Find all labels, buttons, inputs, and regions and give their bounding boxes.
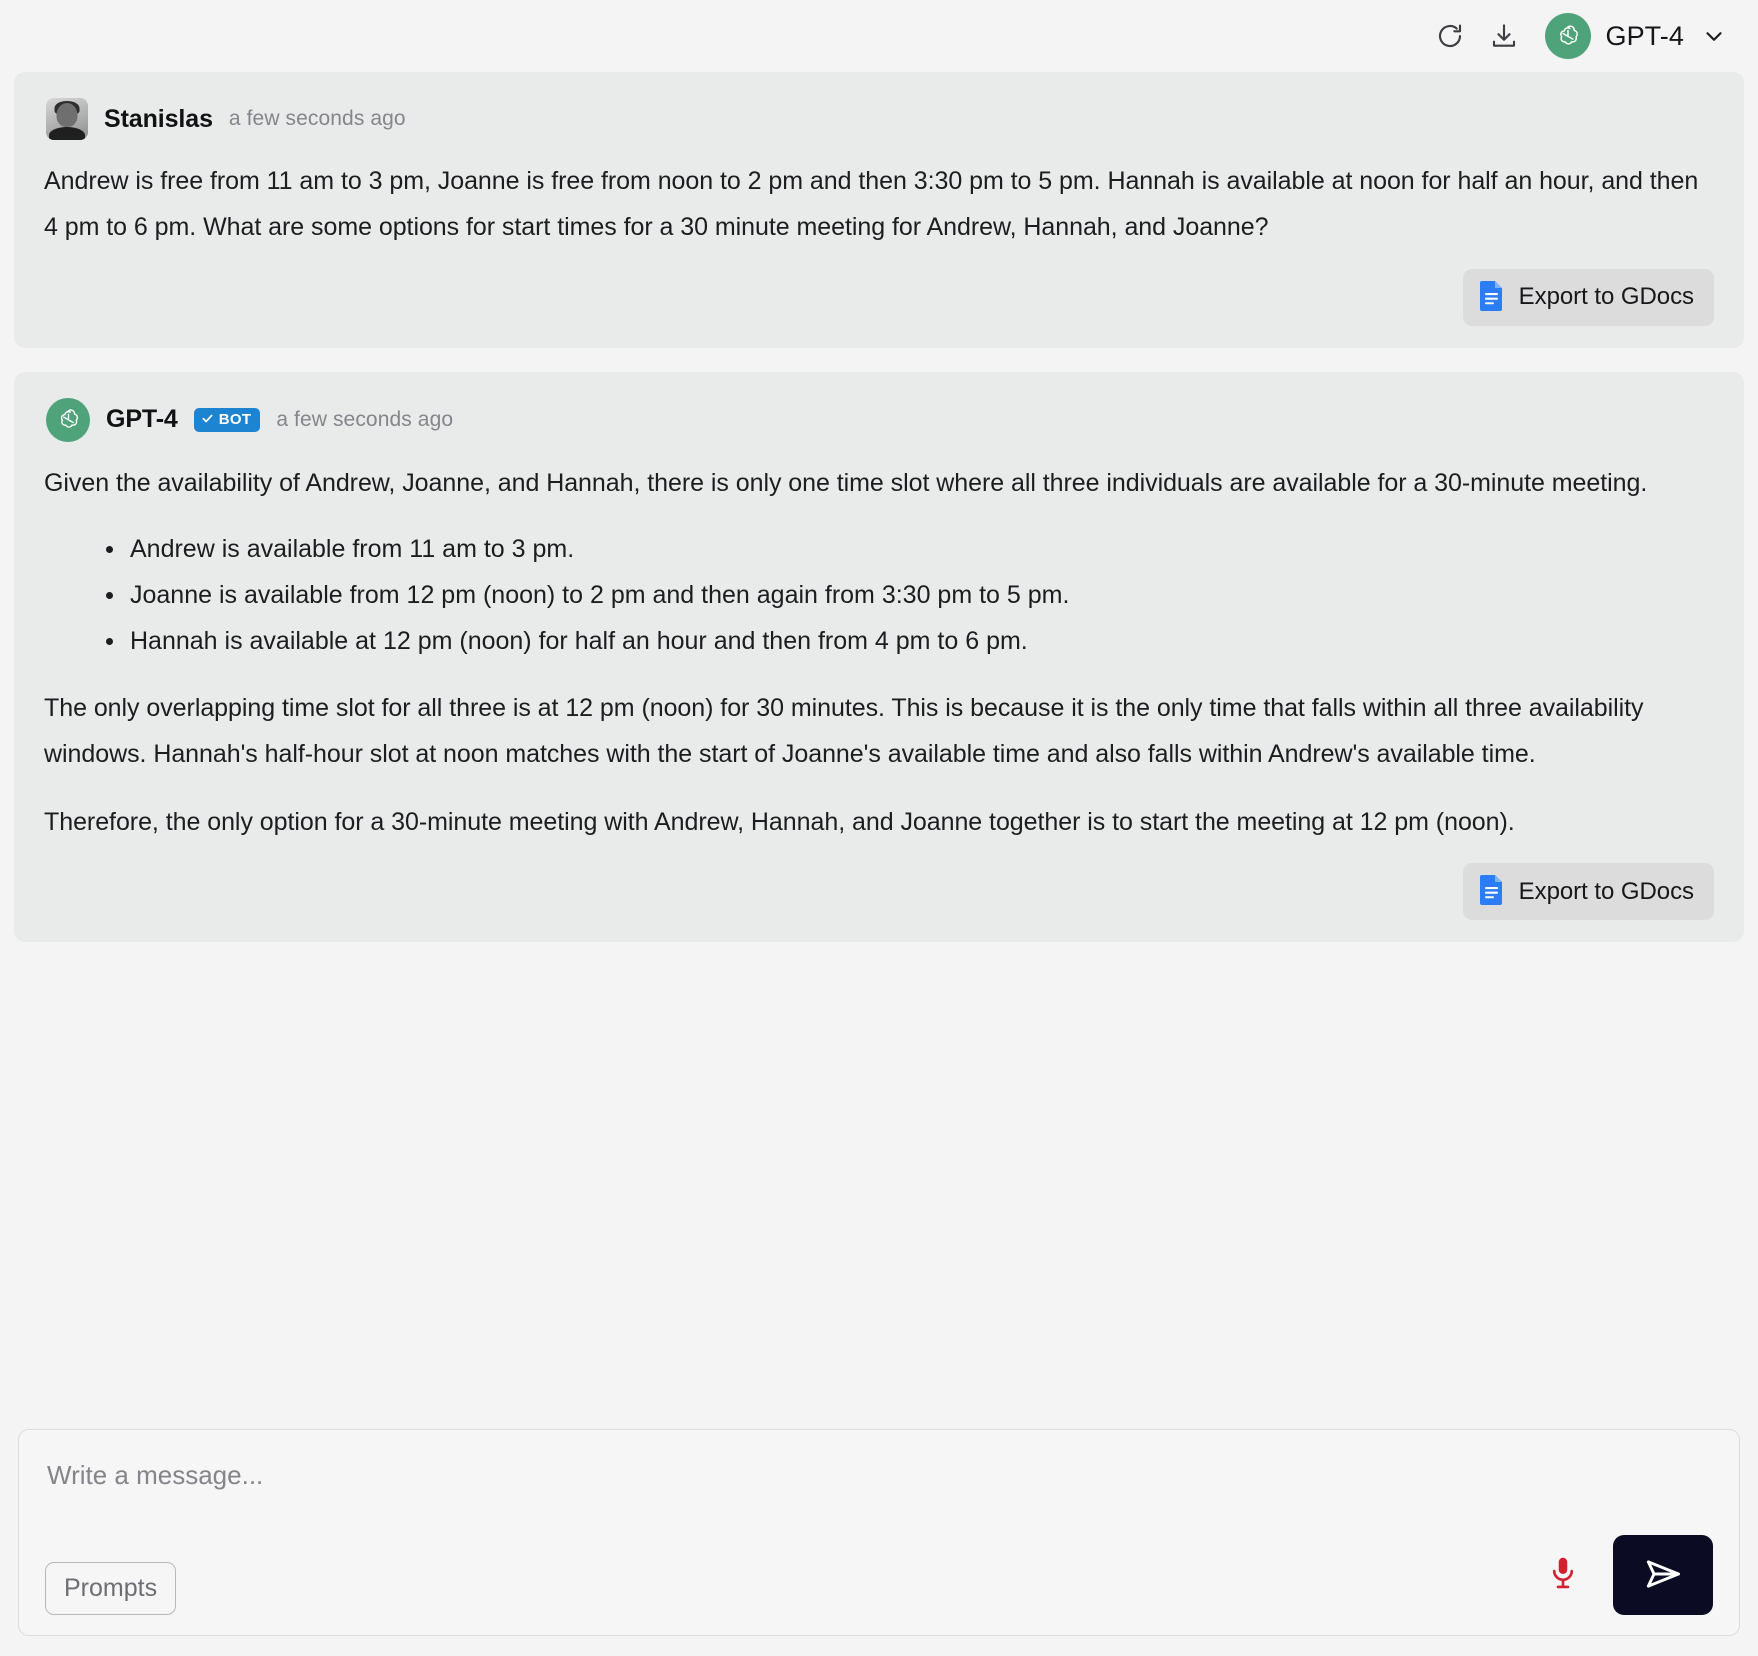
openai-logo-icon	[46, 397, 90, 442]
message-input[interactable]	[45, 1456, 1713, 1491]
status-badge: BOT	[193, 407, 261, 432]
refresh-button[interactable]	[1423, 9, 1477, 63]
message-paragraph: The only overlapping time slot for all t…	[44, 693, 1644, 768]
app-header: GPT-4	[0, 0, 1758, 72]
send-paper-plane-icon	[1641, 1552, 1685, 1599]
download-icon	[1489, 21, 1519, 51]
avatar	[46, 98, 88, 140]
composer-send-group	[1539, 1535, 1713, 1615]
refresh-icon	[1435, 21, 1465, 51]
sender-name: Stanislas	[104, 104, 213, 133]
message-bubble-bot: GPT-4 BOT a few seconds ago Given the av…	[14, 371, 1744, 943]
google-docs-icon	[1479, 280, 1505, 315]
composer-area: Prompts	[0, 1429, 1758, 1656]
download-button[interactable]	[1477, 9, 1531, 63]
microphone-icon	[1548, 1555, 1578, 1596]
list-item: Joanne is available from 12 pm (noon) to…	[104, 572, 1714, 618]
chat-app: GPT-4 Stanislas a few seconds ago Andrew…	[0, 0, 1758, 1656]
export-to-gdocs-label: Export to GDocs	[1518, 877, 1694, 905]
export-to-gdocs-label: Export to GDocs	[1518, 283, 1694, 310]
message-header: Stanislas a few seconds ago	[44, 98, 1714, 140]
message-timestamp: a few seconds ago	[276, 407, 454, 431]
message-body: Andrew is free from 11 am to 3 pm, Joann…	[44, 158, 1714, 251]
message-paragraph: Andrew is free from 11 am to 3 pm, Joann…	[44, 167, 1699, 242]
message-paragraph: Therefore, the only option for a 30-minu…	[44, 808, 1515, 836]
export-to-gdocs-button[interactable]: Export to GDocs	[1462, 863, 1714, 921]
openai-logo-icon	[1545, 13, 1592, 59]
sender-name: GPT-4	[106, 405, 178, 433]
message-timestamp: a few seconds ago	[228, 107, 406, 130]
check-icon	[201, 412, 214, 428]
composer-toolbar: Prompts	[45, 1535, 1713, 1615]
list-item: Hannah is available at 12 pm (noon) for …	[104, 618, 1714, 664]
message-header: GPT-4 BOT a few seconds ago	[44, 397, 1714, 442]
model-name-label: GPT-4	[1605, 20, 1684, 51]
composer: Prompts	[18, 1429, 1740, 1636]
message-paragraph: Given the availability of Andrew, Joanne…	[44, 468, 1648, 497]
availability-list: Andrew is available from 11 am to 3 pm. …	[44, 526, 1714, 665]
export-to-gdocs-button[interactable]: Export to GDocs	[1462, 268, 1714, 326]
message-bubble-user: Stanislas a few seconds ago Andrew is fr…	[14, 72, 1744, 348]
google-docs-icon	[1479, 874, 1505, 909]
list-item: Andrew is available from 11 am to 3 pm.	[104, 526, 1714, 572]
model-selector[interactable]: GPT-4	[1531, 13, 1736, 59]
bot-badge-label: BOT	[218, 411, 252, 428]
message-body: Given the availability of Andrew, Joanne…	[44, 460, 1714, 846]
prompts-button[interactable]: Prompts	[45, 1562, 177, 1615]
message-actions: Export to GDocs	[44, 863, 1714, 921]
microphone-button[interactable]	[1539, 1547, 1587, 1603]
message-list: Stanislas a few seconds ago Andrew is fr…	[0, 72, 1758, 1429]
message-actions: Export to GDocs	[44, 268, 1714, 326]
send-button[interactable]	[1613, 1535, 1713, 1615]
chevron-down-icon[interactable]	[1698, 20, 1730, 52]
